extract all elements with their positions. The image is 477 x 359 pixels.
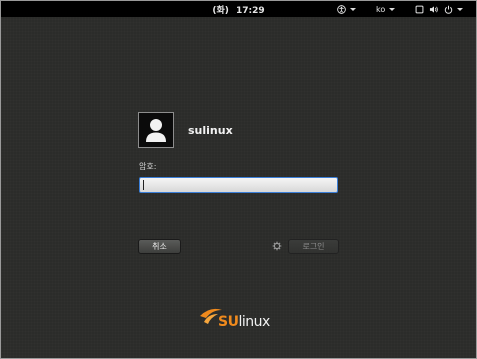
clock-day: (화): [212, 6, 229, 16]
chevron-down-icon: [389, 7, 396, 11]
power-icon: [444, 5, 453, 14]
text-caret: [143, 180, 144, 190]
chevron-down-icon: [350, 7, 356, 11]
login-button[interactable]: 로그인: [288, 239, 339, 254]
volume-icon: [429, 5, 438, 13]
password-field[interactable]: [139, 177, 338, 193]
username: sulinux: [188, 124, 233, 137]
password-label: 암호:: [139, 162, 157, 171]
accessibility-icon: [337, 4, 346, 14]
chevron-down-icon: [457, 7, 463, 11]
clock[interactable]: (화) 17:29: [1, 3, 476, 16]
language-menu[interactable]: ko: [376, 2, 396, 16]
user-icon: [146, 119, 166, 142]
top-bar: (화) 17:29 ko: [1, 1, 476, 17]
accessibility-menu[interactable]: [337, 2, 356, 16]
cancel-button[interactable]: 취소: [138, 239, 181, 254]
clock-time: 17:29: [236, 6, 265, 16]
gear-icon[interactable]: [272, 241, 282, 251]
avatar: [138, 112, 174, 148]
language-label: ko: [376, 4, 386, 14]
screen-icon: [415, 5, 424, 13]
sulinux-logo: SUlinux: [218, 314, 270, 330]
system-menu[interactable]: [415, 2, 463, 16]
logo-linux-text: linux: [238, 314, 270, 330]
logo-su-text: SU: [218, 314, 239, 330]
